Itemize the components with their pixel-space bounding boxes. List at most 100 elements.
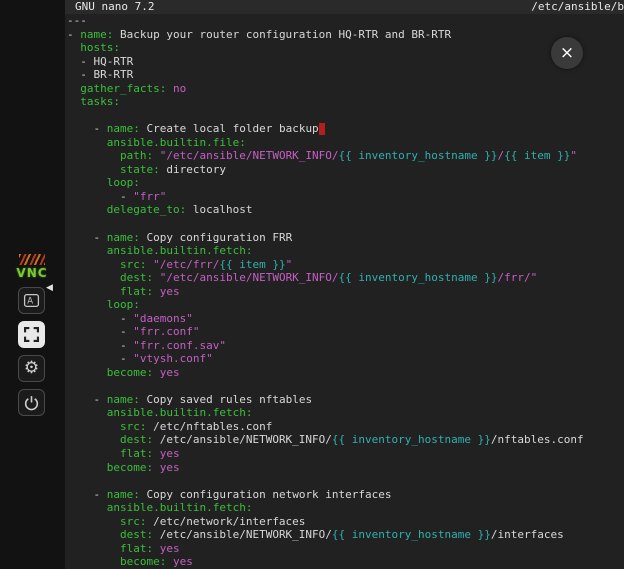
code-segment: /interfaces xyxy=(491,528,564,541)
code-segment xyxy=(67,82,80,95)
code-segment: {{ inventory_hostname }} xyxy=(332,528,491,541)
editor-content[interactable]: ---- name: Backup your router configurat… xyxy=(65,14,624,569)
code-segment: - xyxy=(67,312,133,325)
code-segment: - HQ-RTR xyxy=(67,55,133,68)
fullscreen-icon xyxy=(24,327,39,342)
editor-line: ansible.builtin.fetch: xyxy=(67,406,624,420)
nano-titlebar: GNU nano 7.2 /etc/ansible/b xyxy=(65,0,624,14)
code-segment: dest: xyxy=(120,271,153,284)
code-segment: "vtysh.conf" xyxy=(133,352,212,365)
code-segment xyxy=(67,258,120,271)
editor-line: - name: Backup your router configuration… xyxy=(67,28,624,42)
editor-line xyxy=(67,474,624,488)
editor-line: become: yes xyxy=(67,366,624,380)
code-segment: "frr.conf" xyxy=(133,325,199,338)
code-segment: name: xyxy=(107,231,140,244)
code-segment: - xyxy=(67,339,133,352)
code-segment: --- xyxy=(67,14,87,27)
code-segment xyxy=(67,95,80,108)
editor-line: ansible.builtin.fetch: xyxy=(67,501,624,515)
code-segment: {{ inventory_hostname }} xyxy=(339,271,498,284)
code-segment: loop: xyxy=(107,298,140,311)
code-segment xyxy=(153,366,160,379)
code-segment: "daemons" xyxy=(133,312,193,325)
editor-line: loop: xyxy=(67,176,624,190)
editor-line: --- xyxy=(67,14,624,28)
code-segment xyxy=(153,542,160,555)
editor-line xyxy=(67,109,624,123)
editor-line: - HQ-RTR xyxy=(67,55,624,69)
code-segment: name: xyxy=(80,28,113,41)
code-segment: yes xyxy=(160,366,180,379)
code-segment: Backup your router configuration HQ-RTR … xyxy=(113,28,451,41)
code-segment: ansible.builtin.file: xyxy=(107,136,246,149)
settings-button[interactable]: ⚙ xyxy=(18,355,45,382)
code-segment: Create local folder backup xyxy=(140,122,319,135)
code-segment: {{ inventory_hostname }} xyxy=(332,433,491,446)
code-segment: - xyxy=(67,393,107,406)
editor-line: - name: Create local folder backup xyxy=(67,122,624,136)
vnc-logo-stripes-icon xyxy=(19,254,45,265)
code-segment: src: xyxy=(120,420,147,433)
code-segment: flat: xyxy=(120,447,153,460)
keyboard-button[interactable]: A xyxy=(18,287,45,314)
code-segment: Copy saved rules nftables xyxy=(140,393,312,406)
code-segment: {{ inventory_hostname }} xyxy=(339,149,498,162)
code-segment: name: xyxy=(107,122,140,135)
code-segment xyxy=(67,298,107,311)
editor-line: flat: yes xyxy=(67,285,624,299)
code-segment xyxy=(153,285,160,298)
code-segment: src: xyxy=(120,258,147,271)
code-segment: {{ item }} xyxy=(504,149,570,162)
code-segment xyxy=(67,149,120,162)
editor-line xyxy=(67,379,624,393)
editor-line: ansible.builtin.fetch: xyxy=(67,244,624,258)
editor-line: src: /etc/nftables.conf xyxy=(67,420,624,434)
code-segment xyxy=(67,528,120,541)
keyboard-icon: A xyxy=(23,292,40,309)
code-segment: - BR-RTR xyxy=(67,68,133,81)
editor-line: - name: Copy saved rules nftables xyxy=(67,393,624,407)
code-segment: src: xyxy=(120,515,147,528)
code-segment xyxy=(166,555,173,568)
code-segment xyxy=(166,82,173,95)
control-bar-handle[interactable]: ◀ xyxy=(46,283,53,293)
code-segment: become: xyxy=(107,366,153,379)
code-segment: yes xyxy=(160,285,180,298)
code-segment: /etc/ansible/NETWORK_INFO/ xyxy=(153,433,332,446)
code-segment: yes xyxy=(173,555,193,568)
terminal-window[interactable]: GNU nano 7.2 /etc/ansible/b ---- name: B… xyxy=(65,0,624,569)
editor-line: state: directory xyxy=(67,163,624,177)
close-icon: × xyxy=(560,43,574,63)
editor-line: become: yes xyxy=(67,555,624,569)
code-segment: "frr" xyxy=(133,190,166,203)
code-segment: "/etc/ansible/NETWORK_INFO/ xyxy=(160,149,339,162)
code-segment: flat: xyxy=(120,542,153,555)
close-button[interactable]: × xyxy=(551,37,583,69)
code-segment xyxy=(67,501,107,514)
code-segment: directory xyxy=(160,163,226,176)
editor-line: ansible.builtin.file: xyxy=(67,136,624,150)
editor-line: dest: /etc/ansible/NETWORK_INFO/{{ inven… xyxy=(67,433,624,447)
editor-line: - BR-RTR xyxy=(67,68,624,82)
code-segment: delegate_to: xyxy=(107,203,186,216)
code-segment: yes xyxy=(160,461,180,474)
nano-file-path: /etc/ansible/b xyxy=(531,0,624,14)
fullscreen-button[interactable] xyxy=(18,321,45,348)
code-segment xyxy=(67,244,107,257)
editor-line: - name: Copy configuration network inter… xyxy=(67,488,624,502)
code-segment: ansible.builtin.fetch: xyxy=(107,244,253,257)
code-segment xyxy=(153,149,160,162)
code-segment xyxy=(67,542,120,555)
editor-line: - "frr.conf.sav" xyxy=(67,339,624,353)
code-segment xyxy=(67,447,120,460)
code-segment: - xyxy=(67,488,107,501)
power-button[interactable] xyxy=(18,389,45,416)
code-segment: flat: xyxy=(120,285,153,298)
code-segment: - xyxy=(67,190,133,203)
code-segment: gather_facts: xyxy=(80,82,166,95)
code-segment xyxy=(67,176,107,189)
code-segment xyxy=(67,203,107,216)
code-segment: become: xyxy=(107,461,153,474)
editor-line: src: /etc/network/interfaces xyxy=(67,515,624,529)
